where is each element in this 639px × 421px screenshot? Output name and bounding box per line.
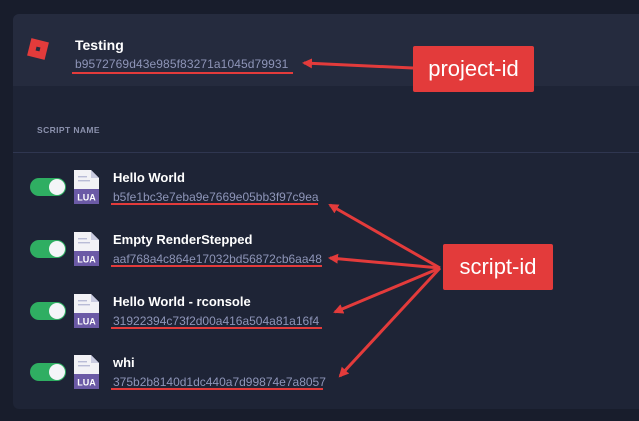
annotation-arrows (302, 58, 442, 378)
script-id-callout: script-id (443, 244, 553, 290)
arrow-script-id-4 (338, 266, 442, 378)
arrow-project-id (302, 58, 414, 70)
project-id-callout: project-id (413, 46, 534, 92)
arrow-script-id-3 (333, 266, 441, 314)
